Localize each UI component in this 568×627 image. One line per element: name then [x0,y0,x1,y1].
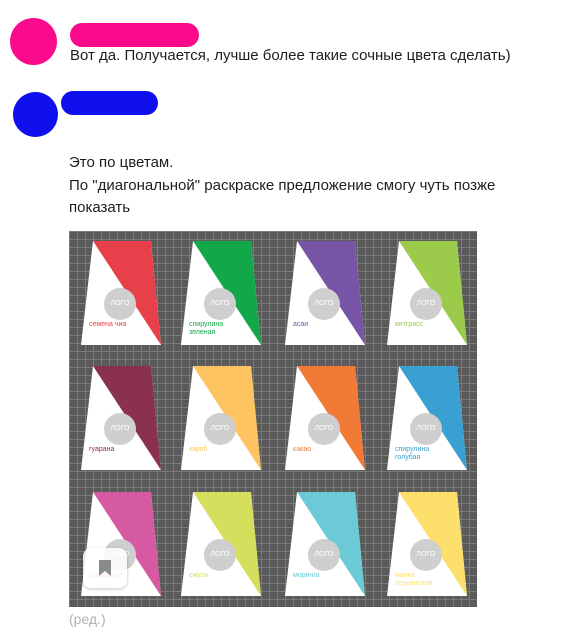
logo-placeholder: ЛОГО [104,288,136,320]
flavor-label: витграсс [395,321,424,328]
package-card: ЛОГО семена чиа [81,241,161,345]
logo-placeholder: ЛОГО [410,413,442,445]
package-card: ЛОГО витграсс [387,241,467,345]
logo-placeholder: ЛОГО [308,288,340,320]
message-text: Вот да. Получается, лучше более такие со… [70,47,511,64]
flavor-label: спирулина зеленая [189,321,224,336]
avatar[interactable] [10,18,57,65]
edited-label: (ред.) [69,611,106,627]
logo-placeholder: ЛОГО [204,539,236,571]
flavor-label: спирулина голубая [395,446,430,461]
sender-name-redacted[interactable] [61,91,158,115]
flavor-label: гуарана [89,446,115,453]
flavor-label: семена чиа [89,321,127,328]
bookmark-icon [99,560,111,576]
package-card: ЛОГО манка перуанская [387,492,467,596]
logo-placeholder: ЛОГО [410,539,442,571]
package-card: ЛОГО какао [285,366,365,470]
logo-placeholder: ЛОГО [308,413,340,445]
flavor-label: смузи [189,572,209,579]
logo-placeholder: ЛОГО [104,413,136,445]
package-card: ЛОГО кэроб [181,366,261,470]
flavor-label: манка перуанская [395,572,433,587]
logo-placeholder: ЛОГО [204,413,236,445]
save-attachment-button[interactable] [83,548,127,588]
flavor-label: какао [293,446,312,453]
package-card: ЛОГО моринга [285,492,365,596]
flavor-label: кэроб [189,446,208,453]
package-card: ЛОГО гуарана [81,366,161,470]
attached-image[interactable]: ЛОГО семена чиа ЛОГО спирулина зеленая ЛОГО а… [69,231,477,607]
package-card: ЛОГО спирулина зеленая [181,241,261,345]
sender-name-redacted[interactable] [70,23,199,47]
message-text-line: показать [69,199,131,216]
flavor-label: асаи [293,321,309,328]
flavor-label: моринга [293,572,320,579]
message-text-line: По "диагональной" раскраске предложение … [69,177,496,194]
message-text-line: Это по цветам. [69,154,174,171]
logo-placeholder: ЛОГО [410,288,442,320]
package-card: ЛОГО спирулина голубая [387,366,467,470]
package-card: ЛОГО смузи [181,492,261,596]
logo-placeholder: ЛОГО [204,288,236,320]
logo-placeholder: ЛОГО [308,539,340,571]
package-card: ЛОГО асаи [285,241,365,345]
avatar[interactable] [13,92,58,137]
